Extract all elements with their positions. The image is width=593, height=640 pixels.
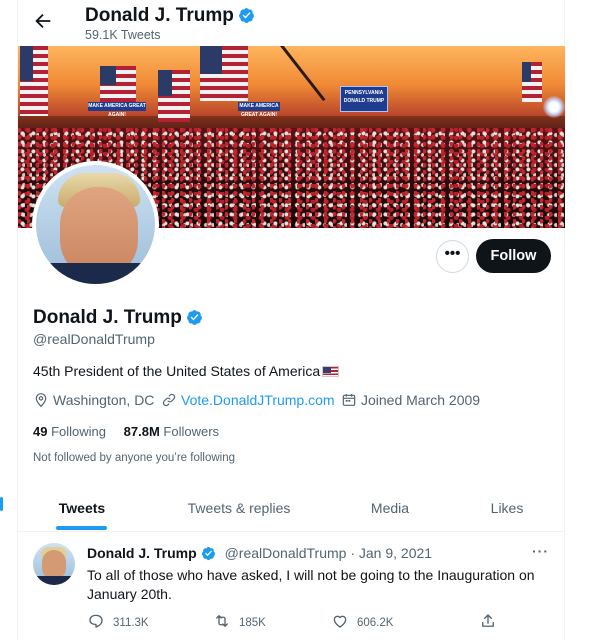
- avatar-suit: [36, 263, 155, 284]
- tab-likes[interactable]: Likes: [448, 487, 566, 532]
- tab-tweets-and-replies[interactable]: Tweets & replies: [146, 487, 332, 532]
- calendar-icon: [342, 394, 356, 406]
- verified-badge-icon: [201, 546, 218, 563]
- profile-bio-text: 45th President of the United States of A…: [33, 363, 321, 379]
- profile-column: Donald J. Trump 59.1K Tweets MAKE AMERIC…: [17, 0, 565, 640]
- tweet-separator: ·: [350, 545, 355, 561]
- banner-flag: [20, 46, 48, 116]
- us-flag-emoji: [322, 366, 340, 377]
- tweet-author-handle[interactable]: @realDonaldTrump: [225, 545, 347, 561]
- banner-flag: [158, 70, 190, 122]
- more-icon: •••: [444, 245, 461, 262]
- banner-sign-pennsylvania: PENNSYLVANIA DONALD TRUMP: [340, 86, 388, 112]
- like-button[interactable]: 606.2K: [331, 612, 393, 630]
- header-tweet-count: 59.1K Tweets: [85, 28, 161, 42]
- followers-count: 87.8M: [123, 424, 160, 439]
- banner-flag: [100, 66, 136, 104]
- tweet-item[interactable]: Donald J. Trump @realDonaldTrump · Jan 9…: [18, 533, 565, 640]
- retweet-icon: [216, 615, 228, 627]
- share-button[interactable]: [479, 612, 505, 630]
- retweet-button[interactable]: 185K: [213, 612, 266, 630]
- reply-count: 311.3K: [113, 617, 149, 629]
- follow-counts: 49 Following 87.8M Followers: [33, 424, 219, 439]
- followers-label: Followers: [163, 424, 220, 439]
- header-title: Donald J. Trump: [85, 5, 255, 27]
- profile-header-bar: Donald J. Trump 59.1K Tweets: [18, 0, 566, 46]
- header-name: Donald J. Trump: [85, 5, 234, 26]
- sign-line-name: DONALD TRUMP: [343, 98, 385, 104]
- profile-website[interactable]: Vote.DonaldJTrump.com: [161, 392, 335, 408]
- following-link[interactable]: 49 Following: [33, 424, 106, 439]
- tweet-author-name[interactable]: Donald J. Trump: [87, 545, 197, 561]
- not-followed-notice: Not followed by anyone you’re following: [33, 452, 236, 464]
- profile-name-row: Donald J. Trump: [33, 307, 203, 329]
- location-text: Washington, DC: [53, 392, 155, 408]
- tweet-actions: 311.3K 185K 606.2K: [87, 612, 494, 630]
- location-icon: [35, 393, 47, 408]
- website-link[interactable]: Vote.DonaldJTrump.com: [181, 392, 335, 408]
- banner-sign-maga: MAKE AMERICA GREAT AGAIN!: [88, 102, 146, 118]
- active-tab-indicator: [56, 526, 107, 530]
- reply-button[interactable]: 311.3K: [87, 612, 149, 630]
- left-edge-marker: [0, 497, 3, 511]
- profile-location: Washington, DC: [33, 392, 154, 408]
- following-count: 49: [33, 424, 48, 439]
- sign-line-state: PENNSYLVANIA: [344, 90, 384, 96]
- tweet-date[interactable]: Jan 9, 2021: [359, 545, 432, 561]
- like-icon: [333, 615, 347, 628]
- tab-media[interactable]: Media: [332, 487, 448, 532]
- banner-flag: [522, 62, 542, 102]
- reply-icon: [89, 614, 103, 628]
- more-options-button[interactable]: •••: [436, 240, 469, 273]
- profile-handle: @realDonaldTrump: [33, 331, 155, 347]
- joined-text: Joined March 2009: [361, 392, 481, 408]
- verified-badge-icon: [186, 309, 203, 326]
- banner-sign-maga-2: MAKE AMERICA GREAT AGAIN!: [238, 102, 280, 118]
- profile-bio: 45th President of the United States of A…: [33, 363, 340, 379]
- link-icon: [162, 393, 176, 407]
- followers-link[interactable]: 87.8M Followers: [124, 424, 219, 439]
- retweet-count: 185K: [239, 617, 266, 629]
- banner-flag: [200, 46, 248, 101]
- like-count: 606.2K: [357, 617, 394, 629]
- right-sidebar-edge: [565, 0, 593, 640]
- profile-avatar[interactable]: [32, 161, 159, 288]
- tweet-avatar[interactable]: [33, 543, 75, 585]
- banner-stage-light: [543, 96, 565, 118]
- follow-button[interactable]: Follow: [476, 239, 551, 273]
- profile-joined: Joined March 2009: [341, 392, 480, 408]
- profile-name: Donald J. Trump: [33, 307, 182, 328]
- following-label: Following: [51, 424, 107, 439]
- back-arrow-icon[interactable]: [32, 10, 54, 32]
- tweet-text: To all of those who have asked, I will n…: [87, 567, 535, 602]
- tweet-header: Donald J. Trump @realDonaldTrump · Jan 9…: [87, 545, 432, 563]
- share-icon: [482, 614, 494, 627]
- verified-badge-icon: [238, 7, 255, 24]
- tweet-more-icon[interactable]: ···: [532, 543, 549, 559]
- tweet-avatar-suit: [33, 576, 75, 585]
